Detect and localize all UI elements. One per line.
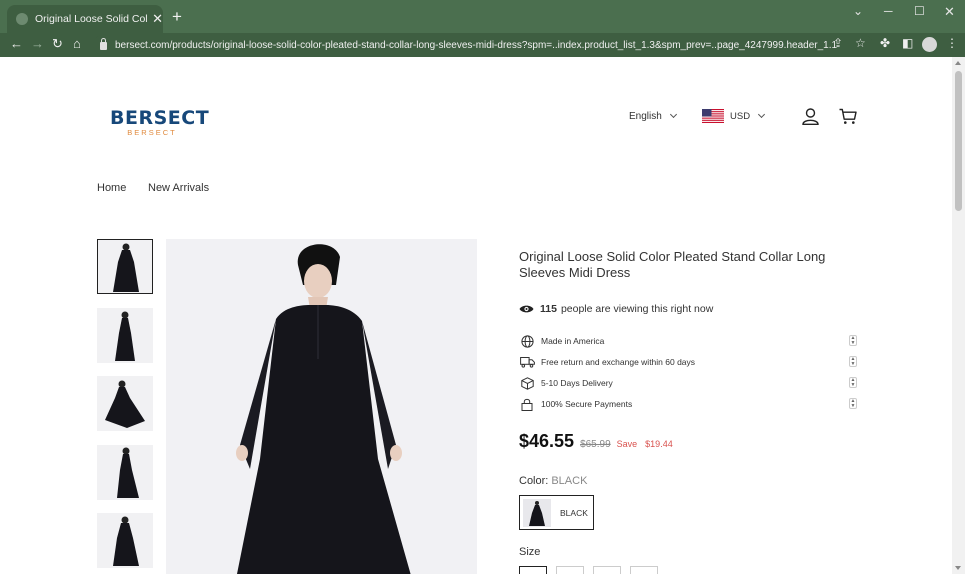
feature-delivery[interactable]: 5-10 Days Delivery ▲ ▼ <box>519 376 857 390</box>
viewing-text: people are viewing this right now <box>560 303 714 315</box>
profile-avatar-icon[interactable] <box>922 37 937 52</box>
logo-subtext: BERSECT <box>127 128 177 137</box>
extensions-icon[interactable]: ✤ <box>880 36 890 50</box>
feature-label: 5-10 Days Delivery <box>541 378 613 388</box>
chevron-down-icon <box>669 110 677 119</box>
feature-free-return[interactable]: Free return and exchange within 60 days … <box>519 355 857 369</box>
url-text: bersect.com/products/original-loose-soli… <box>115 39 838 51</box>
sidepanel-icon[interactable]: ◧ <box>902 36 913 50</box>
eye-icon <box>519 305 534 313</box>
url-field[interactable]: bersect.com/products/original-loose-soli… <box>93 35 873 55</box>
address-bar: ← → ↻ ⌂ bersect.com/products/original-lo… <box>0 33 965 57</box>
color-label-text: Color: <box>519 475 549 487</box>
store-logo[interactable]: BERSECT BERSECT <box>110 107 210 137</box>
cart-icon[interactable] <box>839 108 857 125</box>
feature-made-in-america[interactable]: Made in America ▲ ▼ <box>519 334 857 348</box>
scroll-thumb[interactable] <box>955 71 962 211</box>
viewing-counter: 115 people are viewing this right now <box>519 303 713 315</box>
expand-toggle-icon[interactable]: ▲ ▼ <box>849 335 857 346</box>
home-icon[interactable]: ⌂ <box>73 36 81 51</box>
globe-icon <box>519 334 535 348</box>
nav-home[interactable]: Home <box>97 182 126 194</box>
nav-new-arrivals[interactable]: New Arrivals <box>148 182 209 194</box>
scroll-down-icon[interactable] <box>955 566 961 570</box>
expand-toggle-icon[interactable]: ▲ ▼ <box>849 377 857 388</box>
browser-tab[interactable]: Original Loose Solid Color Pleated ✕ <box>7 5 163 33</box>
save-label: Save <box>616 439 638 449</box>
language-selector[interactable]: English <box>629 110 677 122</box>
currency-label: USD <box>730 110 751 122</box>
product-title: Original Loose Solid Color Pleated Stand… <box>519 249 826 280</box>
product-thumbnail[interactable] <box>97 308 153 363</box>
new-tab-button[interactable]: + <box>172 7 182 27</box>
tab-favicon-icon <box>16 13 28 25</box>
box-icon <box>519 376 535 390</box>
size-option[interactable] <box>556 566 584 574</box>
scroll-up-icon[interactable] <box>955 61 961 65</box>
bookmark-star-icon[interactable]: ☆ <box>855 36 866 50</box>
web-page: BERSECT BERSECT English USD Home New Arr… <box>0 57 952 574</box>
save-amount: $19.44 <box>645 439 673 449</box>
maximize-icon[interactable]: ☐ <box>914 4 925 18</box>
original-price: $65.99 <box>580 439 611 450</box>
kebab-menu-icon[interactable]: ⋮ <box>946 36 958 50</box>
truck-icon <box>519 355 535 369</box>
lock-icon <box>100 38 107 50</box>
feature-label: Free return and exchange within 60 days <box>541 357 696 367</box>
size-option[interactable] <box>593 566 621 574</box>
product-thumbnail[interactable] <box>97 513 153 568</box>
feature-secure-payments[interactable]: 100% Secure Payments ▲ ▼ <box>519 397 857 411</box>
share-icon[interactable]: ⇪ <box>833 36 843 50</box>
tab-title: Original Loose Solid Color Pleated <box>35 13 148 25</box>
minimize-icon[interactable]: ─ <box>884 4 893 18</box>
reload-icon[interactable]: ↻ <box>52 36 63 52</box>
size-option[interactable] <box>519 566 547 574</box>
forward-icon[interactable]: → <box>31 36 44 51</box>
size-label: Size <box>519 546 541 558</box>
lock-icon <box>519 397 535 411</box>
swatch-image <box>523 498 551 527</box>
product-thumbnail[interactable] <box>97 376 153 431</box>
logo-wordmark: BERSECT <box>110 107 210 129</box>
product-thumbnail[interactable] <box>97 445 153 500</box>
expand-toggle-icon[interactable]: ▲ ▼ <box>849 356 857 367</box>
color-swatch-black[interactable]: BLACK <box>519 495 594 530</box>
expand-toggle-icon[interactable]: ▲ ▼ <box>849 398 857 409</box>
viewing-count: 115 <box>540 303 557 315</box>
browser-tab-bar: Original Loose Solid Color Pleated ✕ + ⌄… <box>0 0 965 33</box>
language-label: English <box>629 111 662 122</box>
feature-label: Made in America <box>541 336 605 346</box>
current-price: $46.55 <box>519 431 575 451</box>
close-window-icon[interactable]: ✕ <box>944 4 955 20</box>
page-scrollbar[interactable] <box>952 57 965 574</box>
product-thumbnail[interactable] <box>97 239 153 294</box>
feature-label: 100% Secure Payments <box>541 399 633 409</box>
color-label: Color: BLACK <box>519 475 587 487</box>
tab-close-icon[interactable]: ✕ <box>152 11 163 27</box>
currency-selector[interactable]: USD <box>702 109 766 123</box>
product-main-image[interactable] <box>166 239 477 574</box>
swatch-label: BLACK <box>560 507 588 518</box>
account-icon[interactable] <box>802 108 819 125</box>
price-row: $46.55 $65.99 Save $19.44 <box>519 431 673 452</box>
chevron-down-icon[interactable]: ⌄ <box>853 4 863 18</box>
us-flag-icon <box>702 109 724 123</box>
back-icon[interactable]: ← <box>10 36 23 51</box>
selected-color: BLACK <box>551 475 588 487</box>
size-option[interactable] <box>630 566 658 574</box>
chevron-down-icon <box>758 110 766 118</box>
